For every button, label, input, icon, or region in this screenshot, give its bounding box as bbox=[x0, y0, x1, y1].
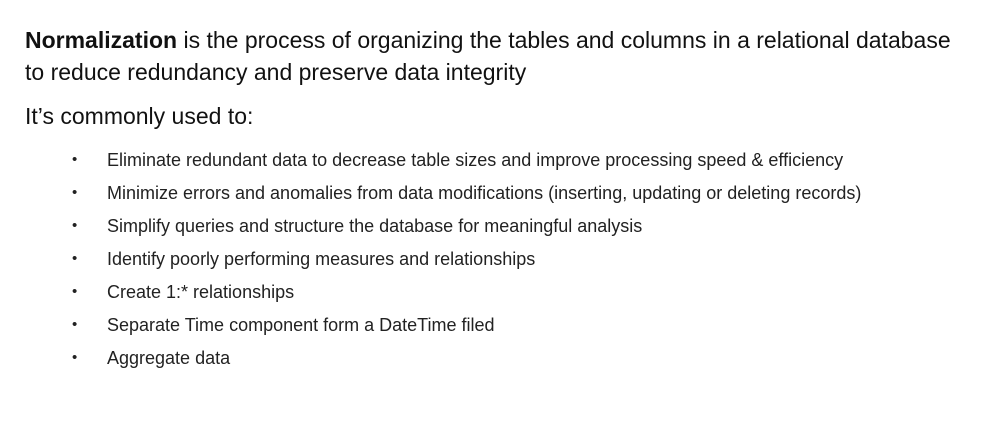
bullet-text: Identify poorly performing measures and … bbox=[107, 249, 536, 269]
bullet-text: Aggregate data bbox=[107, 348, 231, 368]
bullet-icon: • bbox=[72, 283, 78, 300]
bullet-icon: • bbox=[72, 184, 78, 201]
bullet-icon: • bbox=[72, 349, 78, 366]
bullet-text: Separate Time component form a DateTime … bbox=[107, 315, 495, 335]
bullet-icon: • bbox=[72, 250, 78, 267]
bullet-text: Minimize errors and anomalies from data … bbox=[107, 183, 862, 203]
bullet-text: Simplify queries and structure the datab… bbox=[107, 216, 643, 236]
bullet-icon: • bbox=[72, 316, 78, 333]
definition-paragraph: Normalization is the process of organizi… bbox=[25, 24, 955, 88]
subheading: It’s commonly used to: bbox=[25, 103, 254, 129]
slide: Normalization is the process of organizi… bbox=[0, 0, 981, 422]
definition-term: Normalization bbox=[25, 27, 178, 53]
bullet-icon: • bbox=[72, 217, 78, 234]
bullet-icon: • bbox=[72, 151, 78, 168]
bullet-text: Create 1:* relationships bbox=[107, 282, 295, 302]
bullet-text: Eliminate redundant data to decrease tab… bbox=[107, 150, 844, 170]
